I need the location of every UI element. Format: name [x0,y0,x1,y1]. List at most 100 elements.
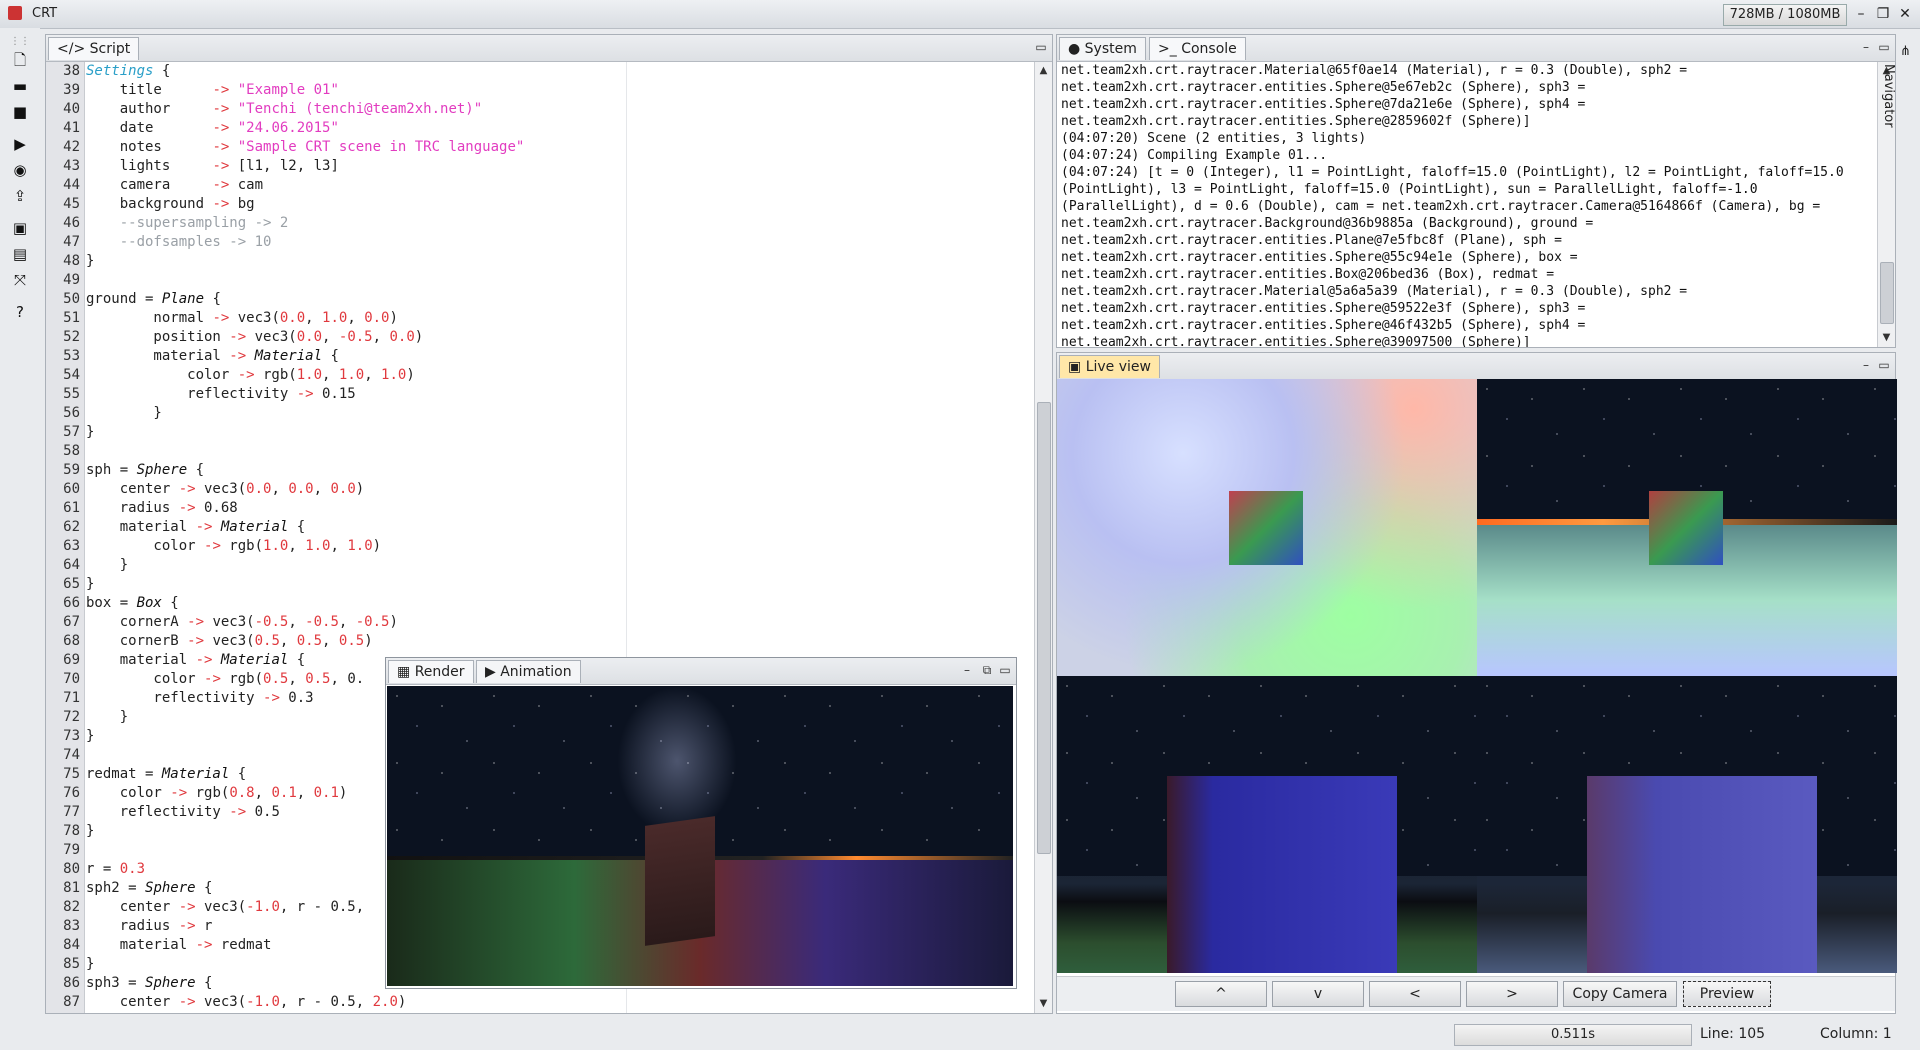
tab-console[interactable]: >_ Console [1149,37,1246,60]
copy-camera-button[interactable]: Copy Camera [1563,981,1677,1007]
code-line[interactable]: --supersampling -> 2 [86,214,666,233]
code-line[interactable]: background -> bg [86,195,666,214]
camera-left-button[interactable]: < [1369,981,1461,1007]
code-line[interactable]: Settings { [86,62,666,81]
code-line[interactable]: material -> Material { [86,347,666,366]
column-indicator: Column: 1 [1820,1026,1892,1042]
close-button[interactable]: ✕ [1894,4,1916,24]
viewport-bottom-left[interactable] [1057,676,1477,973]
tab-live-view[interactable]: ▣ Live view [1059,355,1160,378]
code-line[interactable]: } [86,556,666,575]
code-line[interactable]: } [86,252,666,271]
line-number: 60 [63,481,80,497]
code-line[interactable]: sph = Sphere { [86,461,666,480]
tab-animation[interactable]: ▶ Animation [476,660,581,683]
code-line[interactable]: } [86,575,666,594]
code-line[interactable]: cornerB -> vec3(0.5, 0.5, 0.5) [86,632,666,651]
maximize-panel-icon[interactable]: ▭ [1877,358,1891,372]
code-line[interactable]: color -> rgb(1.0, 1.0, 1.0) [86,366,666,385]
dock-panel-icon[interactable]: ⧉ [980,663,994,677]
scroll-up-icon[interactable]: ▲ [1036,63,1051,79]
tab-render[interactable]: ▦ Render [388,660,474,683]
scroll-down-icon[interactable]: ▼ [1036,996,1051,1012]
code-line[interactable]: --dofsamples -> 10 [86,233,666,252]
render-time-progress: 0.511s [1454,1024,1692,1046]
code-line[interactable]: center -> vec3(0.0, 0.0, 0.0) [86,480,666,499]
code-line[interactable]: normal -> vec3(0.0, 1.0, 0.0) [86,309,666,328]
code-line[interactable]: material -> Material { [86,518,666,537]
help-icon[interactable]: ? [10,302,30,322]
camera-right-button[interactable]: > [1466,981,1558,1007]
save-icon[interactable]: ■ [10,102,30,122]
line-number: 79 [63,842,80,858]
console-line: net.team2xh.crt.raytracer.Material@5a6a5… [1061,284,1688,299]
scroll-down-icon[interactable]: ▼ [1879,330,1894,346]
code-line[interactable] [86,271,666,290]
code-line[interactable]: cornerA -> vec3(-0.5, -0.5, -0.5) [86,613,666,632]
scroll-thumb[interactable] [1037,402,1051,854]
preview-button[interactable]: Preview [1683,981,1771,1007]
code-line[interactable]: } [86,423,666,442]
tab-script[interactable]: </> Script [48,37,140,60]
open-folder-icon[interactable]: ▬ [10,76,30,96]
code-line[interactable]: ground = Plane { [86,290,666,309]
code-line[interactable]: lights -> [l1, l2, l3] [86,157,666,176]
code-line[interactable]: radius -> 0.68 [86,499,666,518]
tab-system[interactable]: ● System [1059,37,1146,60]
console-line: net.team2xh.crt.raytracer.entities.Spher… [1061,80,1586,95]
render-image[interactable] [387,686,1013,986]
preview-eye-icon[interactable]: ◉ [10,160,30,180]
code-line[interactable]: reflectivity -> 0.15 [86,385,666,404]
line-number: 49 [63,272,80,288]
line-number: 40 [63,101,80,117]
line-number: 86 [63,975,80,991]
monitor-icon[interactable]: ▣ [10,218,30,238]
code-line[interactable]: box = Box { [86,594,666,613]
line-number: 84 [63,937,80,953]
display-icon[interactable]: ▤ [10,244,30,264]
navigator-sidebar[interactable]: ⋔ [1898,44,1918,174]
code-line[interactable] [86,442,666,461]
viewport-top-left[interactable] [1057,379,1477,676]
code-line[interactable]: color -> rgb(1.0, 1.0, 1.0) [86,537,666,556]
console-panel: ● System >_ Console – ▭ net.team2xh.crt.… [1056,34,1896,348]
memory-indicator[interactable]: 728MB / 1080MB [1723,4,1847,26]
code-line[interactable]: author -> "Tenchi (tenchi@team2xh.net)" [86,100,666,119]
minimize-button[interactable]: – [1850,4,1872,24]
navigator-label[interactable]: Navigator [1881,64,1896,144]
export-icon[interactable]: ⇪ [10,186,30,206]
maximize-button[interactable]: ❐ [1872,4,1894,24]
scroll-thumb[interactable] [1880,262,1894,324]
code-line[interactable]: camera -> cam [86,176,666,195]
console-output[interactable]: net.team2xh.crt.raytracer.Material@65f0a… [1061,62,1875,347]
window-title: CRT [32,6,58,21]
line-number: 42 [63,139,80,155]
line-number: 43 [63,158,80,174]
new-file-icon[interactable]: 🗋 [10,50,30,70]
minimize-panel-icon[interactable]: – [960,663,974,677]
line-number: 54 [63,367,80,383]
line-number: 68 [63,633,80,649]
run-icon[interactable]: ▶ [10,134,30,154]
code-line[interactable]: } [86,404,666,423]
camera-up-button[interactable]: ^ [1175,981,1267,1007]
maximize-panel-icon[interactable]: ▭ [1877,40,1891,54]
script-scrollbar[interactable]: ▲ ▼ [1034,62,1052,1013]
camera-down-button[interactable]: v [1272,981,1364,1007]
code-line[interactable]: position -> vec3(0.0, -0.5, 0.0) [86,328,666,347]
minimize-panel-icon[interactable]: – [1859,40,1873,54]
line-number: 69 [63,652,80,668]
code-line[interactable]: date -> "24.06.2015" [86,119,666,138]
console-line: net.team2xh.crt.raytracer.Material@65f0a… [1061,63,1688,78]
code-line[interactable]: title -> "Example 01" [86,81,666,100]
viewport-top-right[interactable] [1477,379,1897,676]
maximize-panel-icon[interactable]: ▭ [1034,40,1048,54]
fullscreen-icon[interactable]: ⤧ [10,270,30,290]
maximize-panel-icon[interactable]: ▭ [998,663,1012,677]
box-object [1167,776,1397,973]
viewport-bottom-right[interactable] [1477,676,1897,973]
code-line[interactable]: notes -> "Sample CRT scene in TRC langua… [86,138,666,157]
line-number: 57 [63,424,80,440]
minimize-panel-icon[interactable]: – [1859,358,1873,372]
code-line[interactable]: center -> vec3(-1.0, r - 0.5, 2.0) [86,993,666,1012]
